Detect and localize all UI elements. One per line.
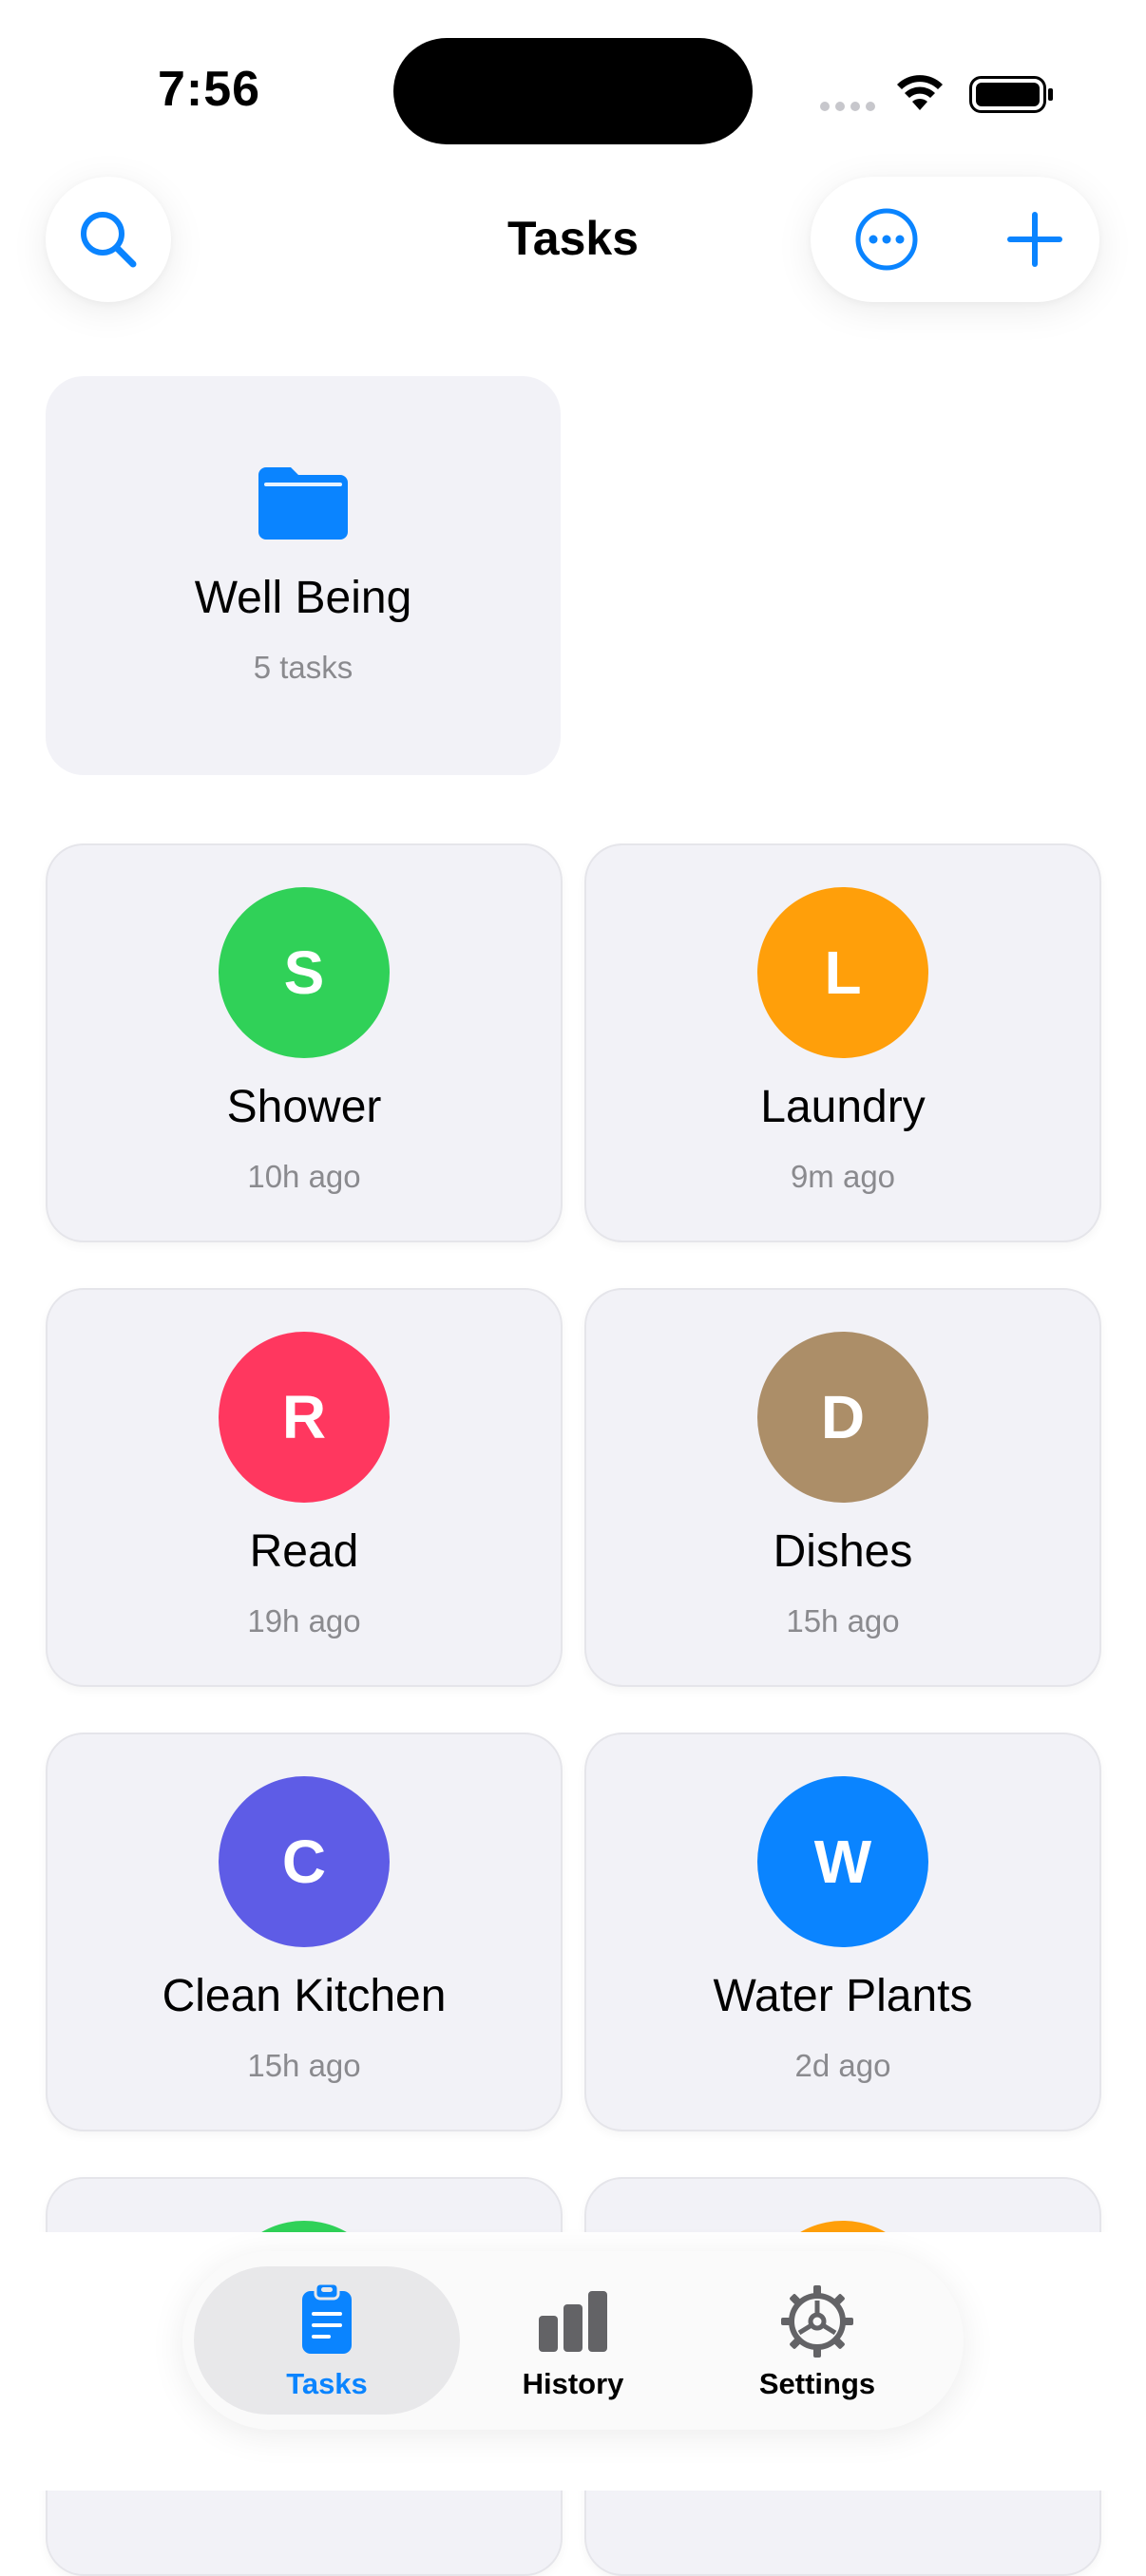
task-avatar: R (219, 1332, 390, 1503)
task-last-done: 15h ago (247, 2048, 361, 2083)
task-last-done: 9m ago (790, 1159, 896, 1194)
task-avatar: S (219, 887, 390, 1058)
task-last-done: 10h ago (247, 1159, 361, 1194)
tab-bar: Tasks History Settings (182, 2251, 964, 2430)
tab-history[interactable]: History (440, 2266, 706, 2415)
search-icon (81, 212, 137, 268)
ellipsis-circle-icon (855, 208, 918, 271)
task-name: Dishes (773, 1526, 913, 1577)
task-name: Shower (226, 1082, 382, 1132)
page-title: Tasks (506, 212, 640, 265)
search-button[interactable] (46, 177, 171, 302)
more-button[interactable] (845, 198, 928, 281)
task-last-done: 15h ago (786, 1603, 900, 1638)
task-card-shower[interactable]: S Shower 10h ago (46, 843, 563, 1242)
task-avatar: D (757, 1332, 928, 1503)
task-card-laundry[interactable]: L Laundry 9m ago (584, 843, 1101, 1242)
header-actions (811, 177, 1099, 302)
task-name: Clean Kitchen (162, 1971, 447, 2021)
task-avatar: L (757, 887, 928, 1058)
tab-label: Tasks (286, 2367, 368, 2400)
dynamic-island (393, 38, 753, 144)
status-time: 7:56 (157, 62, 261, 117)
tab-settings[interactable]: Settings (684, 2266, 950, 2415)
add-task-button[interactable] (997, 201, 1073, 277)
task-name: Laundry (760, 1082, 926, 1132)
task-last-done: 2d ago (794, 2048, 891, 2083)
plus-icon (1007, 212, 1062, 267)
task-avatar: C (219, 1776, 390, 1947)
folder-icon (258, 467, 348, 540)
task-card-clean-kitchen[interactable]: C Clean Kitchen 15h ago (46, 1733, 563, 2131)
task-name: Read (249, 1526, 359, 1577)
task-last-done: 19h ago (247, 1603, 361, 1638)
task-name: Water Plants (713, 1971, 973, 2021)
status-bar: 7:56 (0, 0, 1146, 190)
task-card-dishes[interactable]: D Dishes 15h ago (584, 1288, 1101, 1687)
signal-icon (820, 102, 875, 111)
tab-tasks[interactable]: Tasks (194, 2266, 460, 2415)
status-icons (817, 68, 1064, 116)
tab-label: Settings (758, 2367, 876, 2400)
task-card-water-plants[interactable]: W Water Plants 2d ago (584, 1733, 1101, 2131)
battery-icon (969, 76, 1053, 113)
wifi-icon (897, 75, 943, 110)
tab-label: History (522, 2367, 624, 2400)
task-card-read[interactable]: R Read 19h ago (46, 1288, 563, 1687)
folder-card-well-being[interactable]: Well Being 5 tasks (46, 376, 561, 775)
folder-name: Well Being (194, 573, 412, 623)
folder-task-count: 5 tasks (253, 650, 353, 685)
clipboard-icon (302, 2282, 352, 2354)
task-avatar: W (757, 1776, 928, 1947)
gear-icon (781, 2285, 853, 2358)
bar-chart-icon (539, 2291, 607, 2352)
